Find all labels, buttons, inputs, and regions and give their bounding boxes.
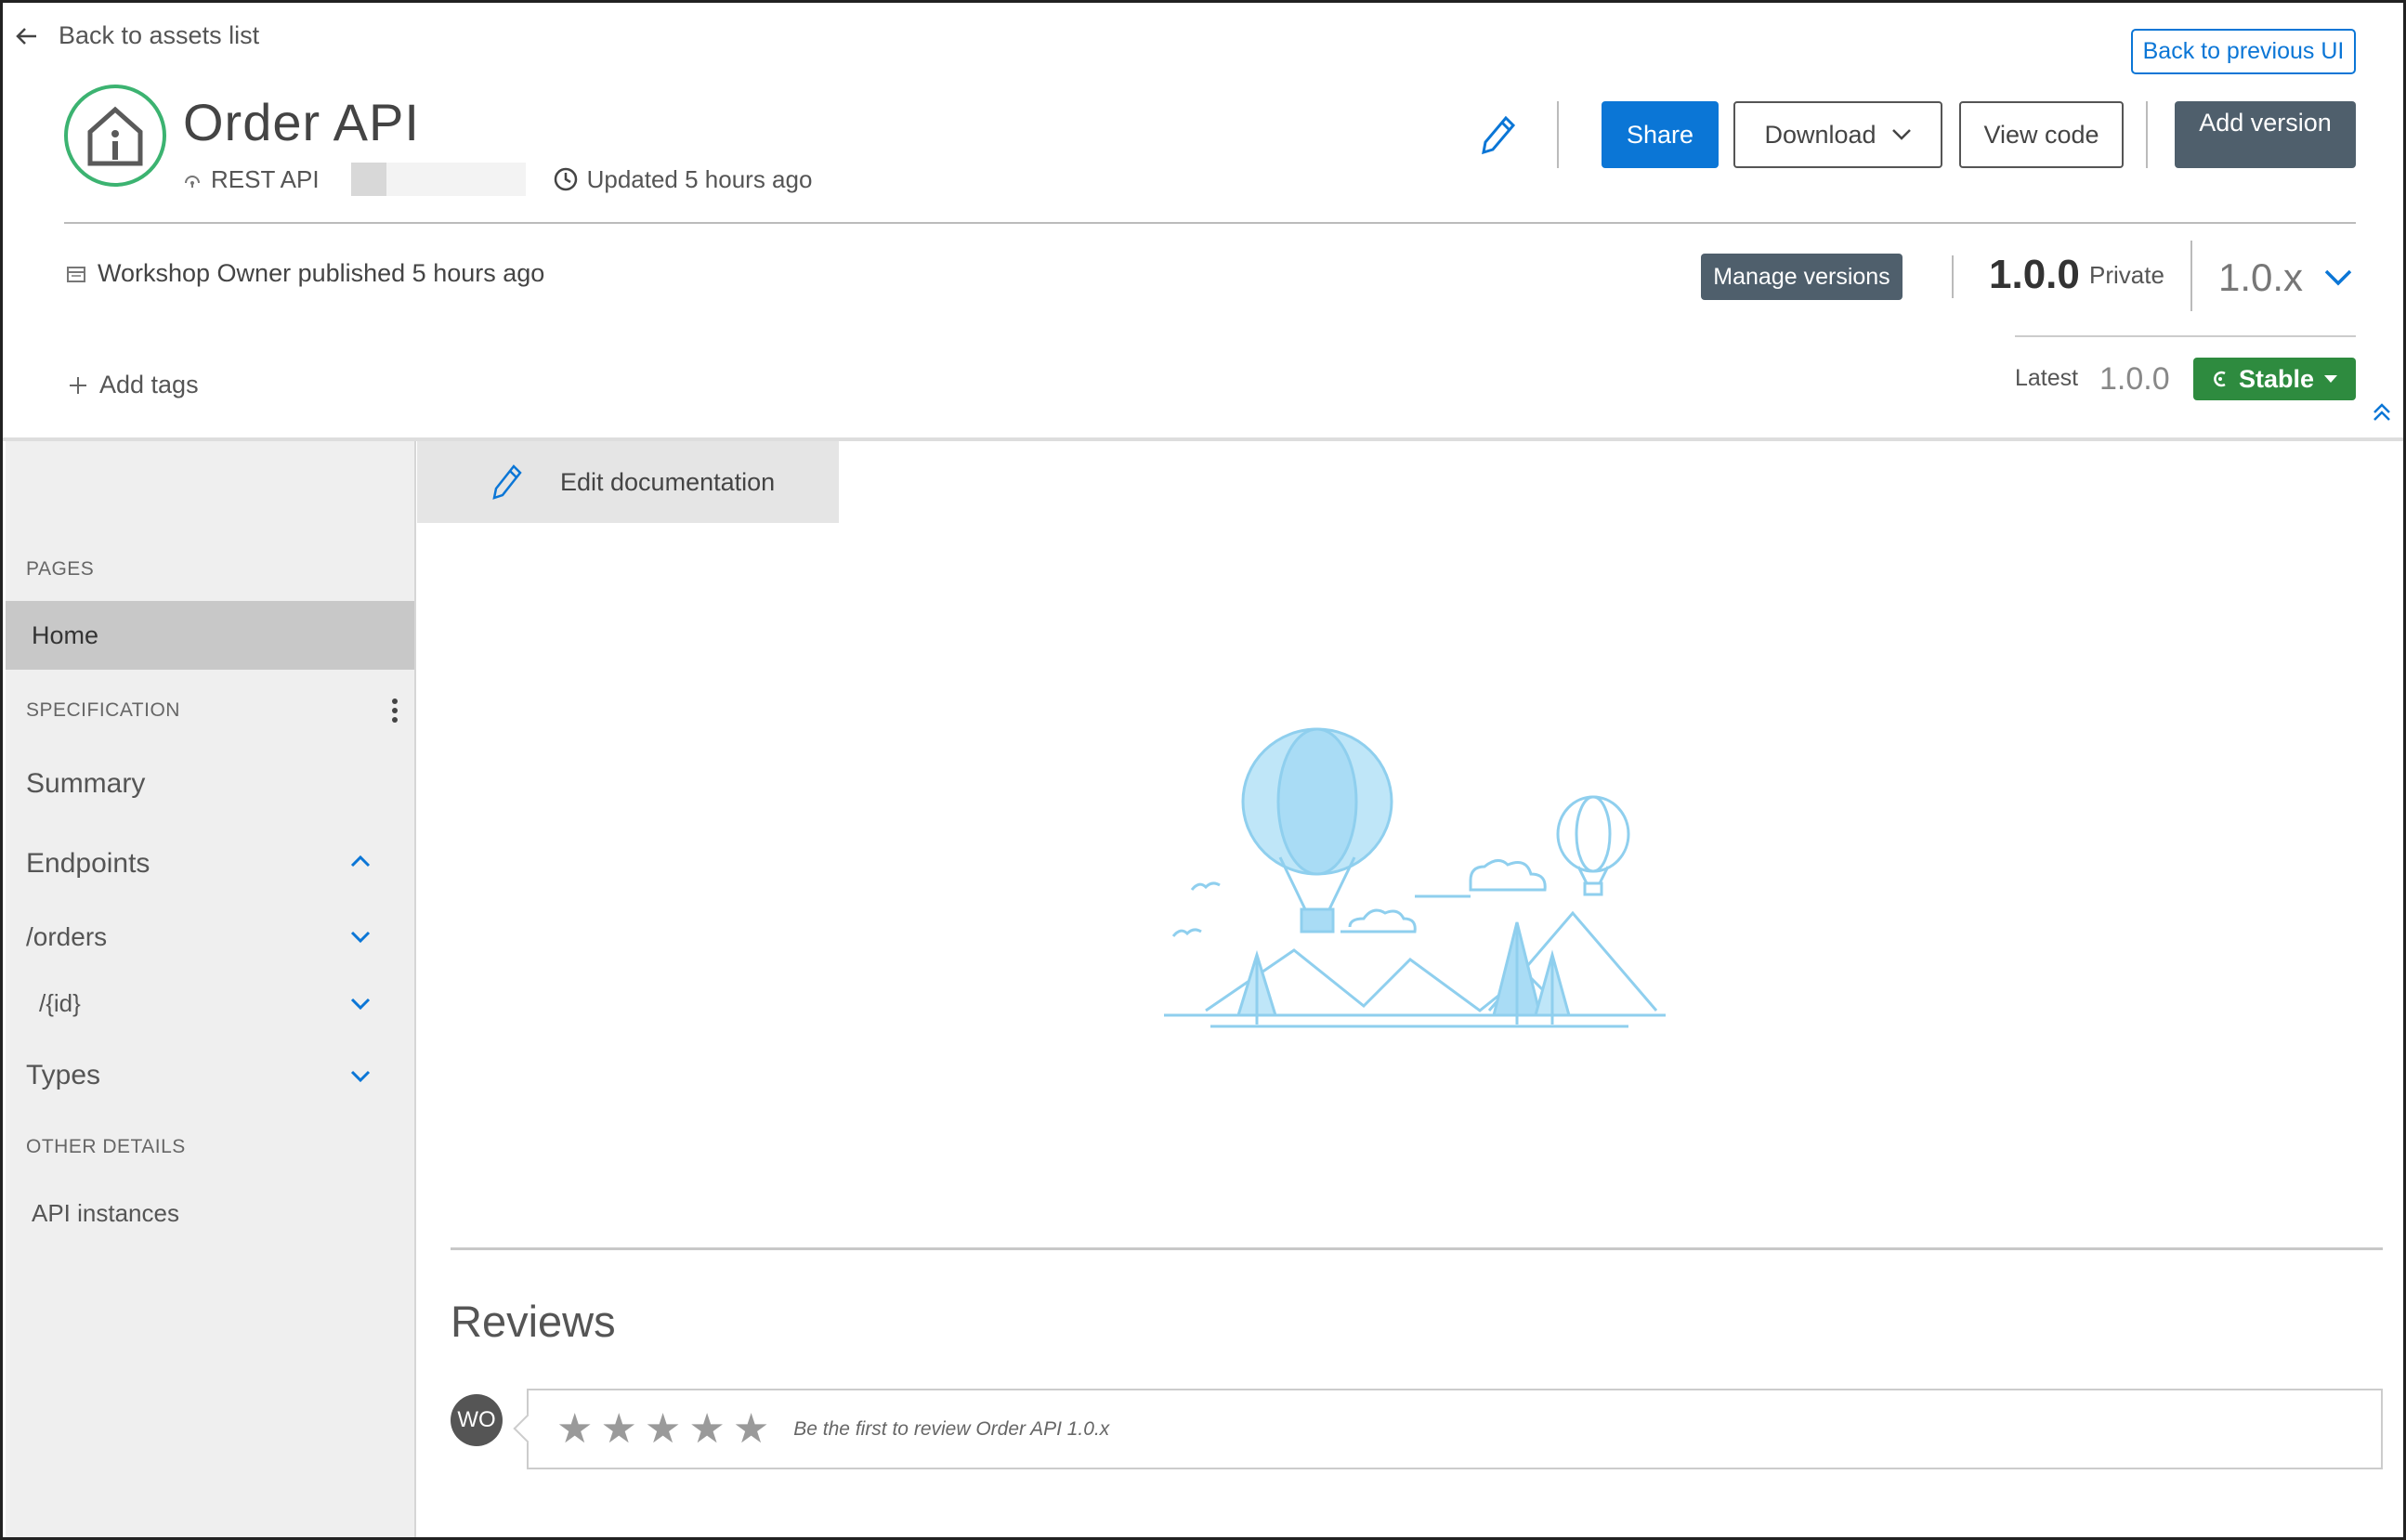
divider xyxy=(2190,241,2192,311)
sidebar-item-label: Home xyxy=(32,620,99,649)
asset-meta: REST API Updated 5 hours ago xyxy=(183,163,812,196)
sidebar-item-types[interactable]: Types xyxy=(26,1060,100,1091)
chevron-down-icon[interactable] xyxy=(349,997,372,1011)
collapse-header-icon[interactable] xyxy=(2372,402,2392,423)
published-info: Workshop Owner published 5 hours ago xyxy=(66,259,544,288)
sidebar-item-summary[interactable]: Summary xyxy=(26,768,145,800)
current-version: 1.0.0 xyxy=(1989,252,2080,297)
header-divider xyxy=(64,222,2356,224)
latest-version: 1.0.0 xyxy=(2099,361,2170,397)
back-to-previous-ui-button[interactable]: Back to previous UI xyxy=(2131,29,2356,74)
arrow-left-icon xyxy=(16,27,38,46)
redacted-block xyxy=(350,163,386,196)
app-window: Back to assets list Back to previous UI … xyxy=(0,0,2406,1540)
empty-state-balloon-illustration xyxy=(1164,727,1684,1043)
back-to-assets-label: Back to assets list xyxy=(59,21,260,49)
plus-icon xyxy=(68,375,88,396)
rest-api-icon xyxy=(183,170,202,189)
edit-documentation-label: Edit documentation xyxy=(560,467,776,496)
latest-label: Latest xyxy=(2015,365,2079,391)
version-selector-value: 1.0.x xyxy=(2218,255,2304,299)
star-icon[interactable]: ★ xyxy=(733,1408,769,1450)
star-icon[interactable]: ★ xyxy=(556,1408,593,1450)
lifecycle-state-button[interactable]: Stable xyxy=(2193,358,2356,400)
sidebar: PAGES Home SPECIFICATION Summary Endpoin… xyxy=(6,441,416,1537)
asset-title: Order API xyxy=(183,93,420,151)
chevron-down-icon[interactable] xyxy=(349,930,372,945)
reviews-title: Reviews xyxy=(451,1297,616,1346)
caret-down-icon xyxy=(2323,374,2338,384)
download-label: Download xyxy=(1764,120,1876,149)
view-code-button[interactable]: View code xyxy=(1959,101,2124,168)
sidebar-heading-specification: SPECIFICATION xyxy=(26,699,180,721)
sidebar-item-orders[interactable]: /orders xyxy=(26,922,107,952)
pencil-icon xyxy=(491,463,523,501)
avatar: WO xyxy=(451,1394,503,1446)
sidebar-item-home[interactable]: Home xyxy=(6,601,414,670)
edit-asset-button[interactable] xyxy=(1480,114,1517,155)
sidebar-item-endpoints[interactable]: Endpoints xyxy=(26,848,150,880)
add-version-button[interactable]: Add version xyxy=(2175,101,2356,168)
divider xyxy=(1952,255,1954,298)
sidebar-heading-pages: PAGES xyxy=(26,558,95,580)
star-icon[interactable]: ★ xyxy=(645,1408,681,1450)
manage-versions-button[interactable]: Manage versions xyxy=(1701,254,1903,300)
sidebar-heading-other-details: OTHER DETAILS xyxy=(26,1136,186,1157)
redacted-block xyxy=(386,163,526,196)
api-house-icon xyxy=(87,106,143,166)
asset-logo xyxy=(64,85,166,187)
calendar-icon xyxy=(66,265,86,283)
share-button[interactable]: Share xyxy=(1602,101,1719,168)
visibility-label: Private xyxy=(2089,261,2164,289)
published-label: Workshop Owner published 5 hours ago xyxy=(98,259,545,287)
divider xyxy=(1557,101,1559,168)
star-icon[interactable]: ★ xyxy=(688,1408,725,1450)
star-icon[interactable]: ★ xyxy=(600,1408,636,1450)
edit-documentation-button[interactable]: Edit documentation xyxy=(417,441,839,523)
version-selector[interactable]: 1.0.x xyxy=(2218,255,2353,300)
lifecycle-icon xyxy=(2211,370,2229,388)
review-prompt: Be the first to review Order API 1.0.x xyxy=(793,1417,1110,1440)
version-divider xyxy=(2015,335,2356,337)
chevron-down-icon xyxy=(1891,128,1912,141)
updated-info: Updated 5 hours ago xyxy=(554,164,813,194)
back-to-assets-link[interactable]: Back to assets list xyxy=(16,21,259,50)
more-options-icon[interactable] xyxy=(391,698,399,724)
chevron-up-icon[interactable] xyxy=(349,854,372,868)
clock-icon xyxy=(554,167,578,191)
star-rating[interactable]: ★ ★ ★ ★ ★ xyxy=(556,1408,769,1450)
sidebar-item-api-instances[interactable]: API instances xyxy=(32,1199,179,1228)
api-type-label: REST API xyxy=(211,164,320,193)
updated-label: Updated 5 hours ago xyxy=(586,164,813,193)
chevron-down-icon[interactable] xyxy=(349,1069,372,1084)
review-input[interactable]: ★ ★ ★ ★ ★ Be the first to review Order A… xyxy=(527,1389,2383,1469)
reviews-divider xyxy=(451,1247,2383,1250)
sidebar-item-id[interactable]: /{id} xyxy=(39,989,81,1018)
download-button[interactable]: Download xyxy=(1733,101,1942,168)
divider xyxy=(2146,101,2148,168)
add-tags-button[interactable]: Add tags xyxy=(68,371,199,399)
pencil-icon xyxy=(1482,115,1516,155)
add-tags-label: Add tags xyxy=(99,371,199,398)
lifecycle-state-label: Stable xyxy=(2238,364,2315,393)
chevron-down-icon xyxy=(2323,268,2353,287)
